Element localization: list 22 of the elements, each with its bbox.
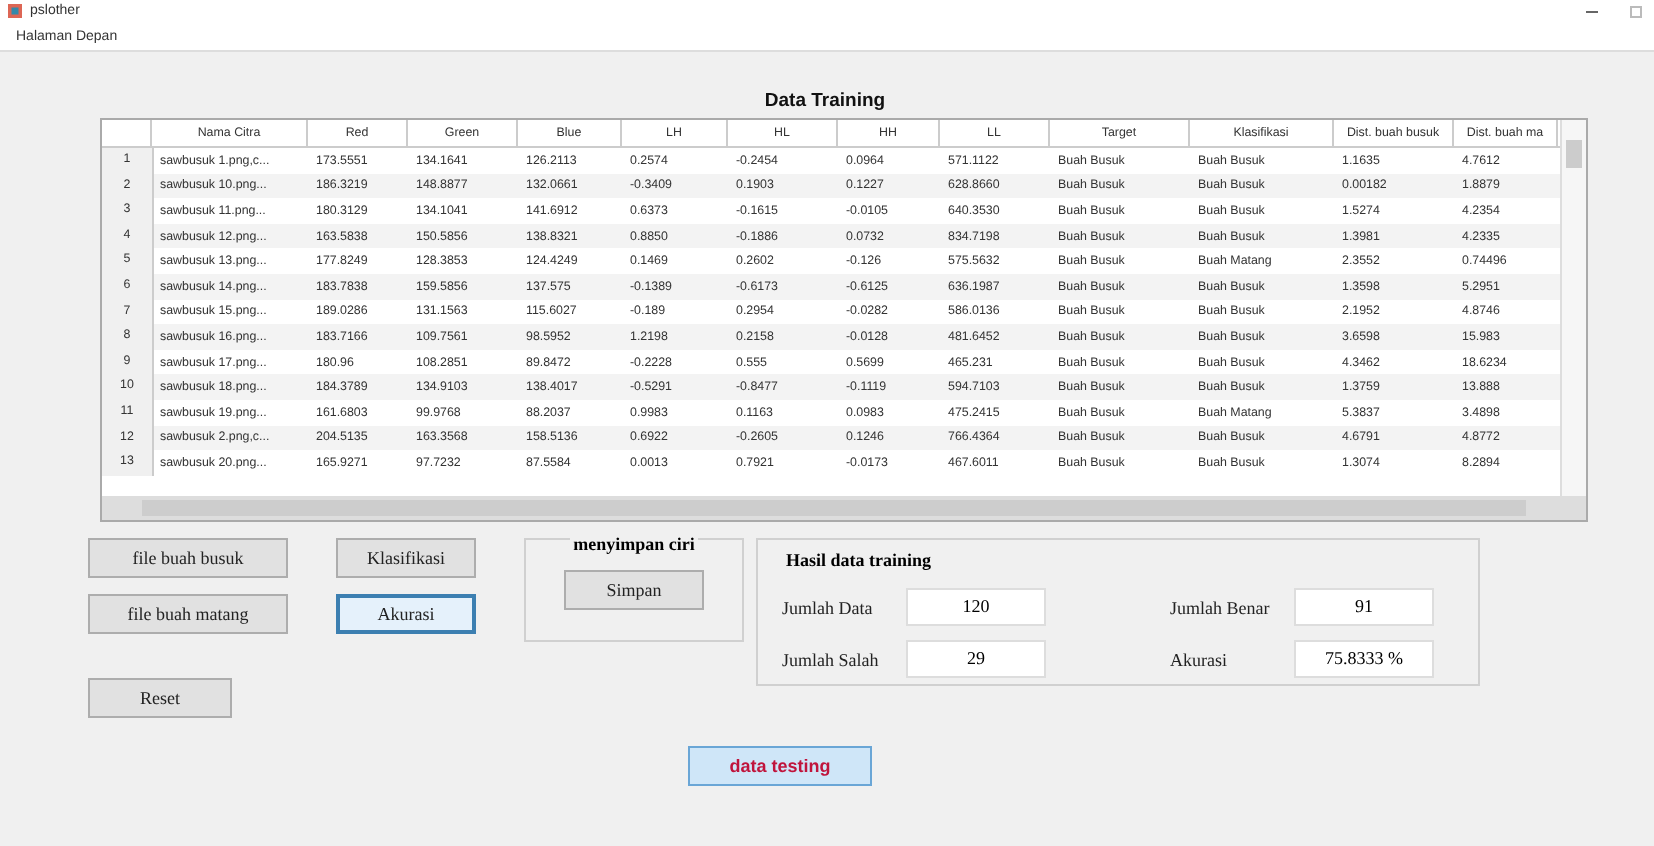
accuracy-button[interactable]: Akurasi — [336, 594, 476, 634]
file-button[interactable]: file buah matang — [88, 594, 288, 634]
horizontal-scrollbar[interactable] — [102, 496, 1586, 520]
section-heading: Data Training — [762, 90, 888, 112]
field-label: Jumlah Benar — [1170, 597, 1272, 617]
save-button[interactable]: Simpan — [564, 570, 704, 610]
testing-button[interactable]: data testing — [688, 746, 872, 786]
file-button[interactable]: file buah busuk — [88, 538, 288, 578]
panel-title: menyimpan ciri — [569, 534, 699, 554]
output-field[interactable]: 120 — [906, 588, 1046, 626]
reset-button[interactable]: Reset — [88, 678, 232, 718]
classify-button[interactable]: Klasifikasi — [336, 538, 476, 578]
output-field[interactable]: 75.8333 % — [1294, 640, 1434, 678]
field-label: Jumlah Data — [782, 597, 875, 617]
output-field[interactable]: 29 — [906, 640, 1046, 678]
maximize-icon[interactable] — [1626, 3, 1646, 19]
app-icon — [8, 4, 22, 18]
output-field[interactable]: 91 — [1294, 588, 1434, 626]
field-label: Jumlah Salah — [782, 649, 881, 669]
panel-title: Hasil data training — [782, 550, 936, 570]
field-label: Akurasi — [1170, 649, 1229, 669]
vertical-scrollbar[interactable] — [1560, 120, 1586, 496]
